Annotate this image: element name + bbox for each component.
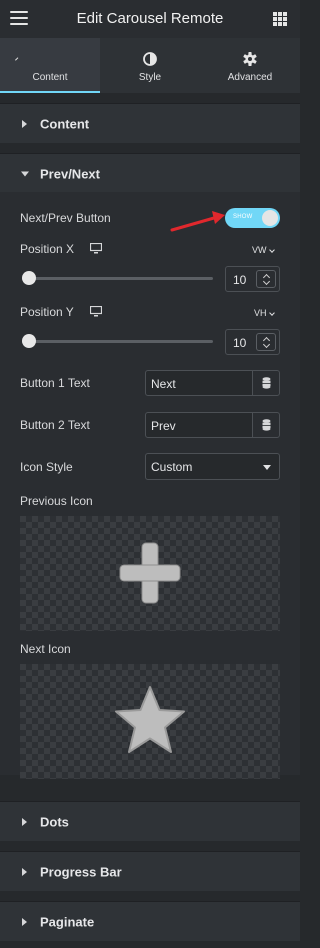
- caret-right-icon: [22, 817, 27, 826]
- button-1-dynamic-tags-button[interactable]: [252, 370, 280, 396]
- tab-style[interactable]: Style: [100, 38, 200, 93]
- section-progress-bar-toggle[interactable]: Progress Bar: [0, 851, 300, 891]
- next-icon-label: Next Icon: [20, 642, 71, 656]
- section-content-toggle[interactable]: Content: [0, 103, 300, 143]
- switch-state-text: SHOW: [233, 214, 253, 220]
- section-prev-next-toggle[interactable]: Prev/Next: [0, 153, 300, 193]
- position-y-slider-track[interactable]: [22, 340, 213, 343]
- section-dots-toggle[interactable]: Dots: [0, 801, 300, 841]
- star-icon: [115, 686, 185, 753]
- position-x-stepper[interactable]: [256, 270, 276, 288]
- tab-advanced-label: Advanced: [227, 72, 273, 83]
- tab-content[interactable]: Content: [0, 38, 100, 93]
- position-y-value: 10: [233, 336, 247, 350]
- position-x-slider-handle[interactable]: [22, 271, 36, 285]
- position-y-unit-select[interactable]: VH: [254, 308, 267, 318]
- section-content-title: Content: [40, 116, 90, 131]
- position-x-label: Position X: [20, 242, 75, 256]
- button-2-text-label: Button 2 Text: [20, 418, 90, 432]
- editor-header: Edit Carousel Remote: [0, 0, 300, 38]
- position-y-stepper[interactable]: [256, 333, 276, 351]
- section-prev-next-title: Prev/Next: [40, 166, 100, 181]
- button-1-text-input[interactable]: Next: [145, 370, 253, 396]
- database-icon: [262, 377, 271, 389]
- position-y-label: Position Y: [20, 305, 74, 319]
- position-y-slider-handle[interactable]: [22, 334, 36, 348]
- previous-icon-picker[interactable]: [20, 516, 280, 631]
- previous-icon-label: Previous Icon: [20, 494, 93, 508]
- button-2-text-value: Prev: [151, 419, 176, 433]
- pencil-icon: [15, 57, 19, 61]
- annotation-arrow-icon: [170, 211, 225, 232]
- caret-right-icon: [22, 119, 27, 128]
- half-circle-icon: [143, 52, 157, 66]
- section-progress-bar-title: Progress Bar: [40, 864, 122, 879]
- position-x-number-input[interactable]: 10: [225, 266, 280, 292]
- desktop-icon[interactable]: [90, 243, 102, 254]
- next-prev-button-label: Next/Prev Button: [20, 211, 111, 225]
- caret-down-icon: [21, 171, 29, 176]
- button-2-text-input[interactable]: Prev: [145, 412, 253, 438]
- next-icon-picker[interactable]: [20, 664, 280, 779]
- button-1-text-label: Button 1 Text: [20, 376, 90, 390]
- plus-icon: [119, 542, 181, 604]
- panel-title: Edit Carousel Remote: [76, 10, 224, 27]
- position-y-number-input[interactable]: 10: [225, 329, 280, 355]
- icon-style-label: Icon Style: [20, 460, 73, 474]
- widgets-grid-icon[interactable]: [273, 12, 287, 26]
- position-x-slider-track[interactable]: [22, 277, 213, 280]
- section-paginate-title: Paginate: [40, 914, 95, 929]
- section-paginate-toggle[interactable]: Paginate: [0, 901, 300, 941]
- icon-style-value: Custom: [151, 460, 193, 474]
- tab-advanced[interactable]: Advanced: [200, 38, 300, 93]
- position-x-unit-select[interactable]: VW: [252, 245, 267, 255]
- caret-right-icon: [22, 917, 27, 926]
- gear-icon: [243, 52, 257, 66]
- desktop-icon[interactable]: [90, 306, 102, 317]
- switch-knob: [262, 210, 278, 226]
- caret-right-icon: [22, 867, 27, 876]
- icon-style-select[interactable]: Custom: [145, 453, 280, 480]
- database-icon: [262, 419, 271, 431]
- button-2-dynamic-tags-button[interactable]: [252, 412, 280, 438]
- section-dots-title: Dots: [40, 814, 69, 829]
- panel-tabs: Content Style Advanced: [0, 38, 300, 93]
- button-1-text-value: Next: [151, 377, 176, 391]
- tab-style-label: Style: [138, 72, 162, 83]
- tab-content-label: Content: [32, 72, 68, 83]
- chevron-down-icon: [263, 465, 271, 470]
- position-x-value: 10: [233, 273, 247, 287]
- next-prev-button-switch[interactable]: SHOW: [225, 208, 280, 228]
